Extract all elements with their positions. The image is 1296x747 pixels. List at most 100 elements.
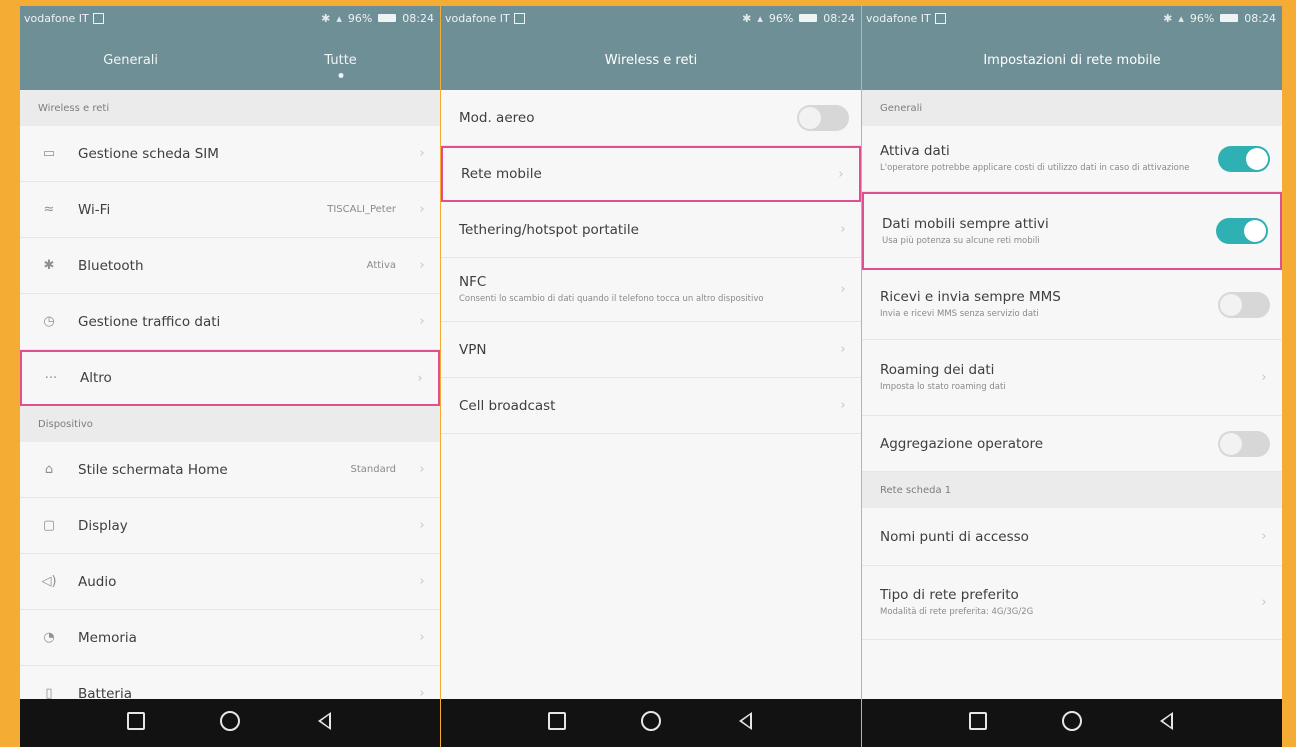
screen-title-bar: Wireless e reti <box>441 30 861 90</box>
item-label: VPN <box>459 341 487 358</box>
nav-bar <box>20 699 440 747</box>
settings-item-bluetooth[interactable]: ✱ Bluetooth Attiva › <box>20 238 440 294</box>
settings-item-home-style[interactable]: ⌂ Stile schermata Home Standard › <box>20 442 440 498</box>
item-label: Gestione scheda SIM <box>78 145 219 162</box>
item-label: NFC <box>459 274 487 290</box>
bluetooth-status-icon: ✱ <box>321 11 331 25</box>
mms-row[interactable]: Ricevi e invia sempre MMS Invia e ricevi… <box>862 270 1282 340</box>
tethering-row[interactable]: Tethering/hotspot portatile › <box>441 202 861 258</box>
recents-icon <box>548 711 566 730</box>
home-button[interactable] <box>639 710 663 736</box>
settings-tabs: Generali Tutte <box>20 45 440 76</box>
recents-button[interactable] <box>966 711 990 735</box>
chevron-right-icon: › <box>419 314 425 329</box>
sim-card-icon: ▭ <box>42 146 56 161</box>
wifi-icon: ≈ <box>43 202 55 217</box>
battery-percent: 96% <box>1189 11 1215 25</box>
battery-status-icon <box>799 14 818 22</box>
display-icon: ▢ <box>42 518 56 533</box>
home-button[interactable] <box>1060 710 1084 736</box>
chevron-right-icon: › <box>1261 370 1267 385</box>
preferred-network-row[interactable]: Tipo di rete preferito Modalità di rete … <box>862 566 1282 640</box>
home-circle-icon <box>220 710 240 731</box>
screen-title-bar: Impostazioni di rete mobile <box>862 30 1282 90</box>
item-label: Attiva dati <box>880 143 950 159</box>
carrier-aggregation-row[interactable]: Aggregazione operatore <box>862 416 1282 472</box>
back-icon <box>1159 711 1173 730</box>
settings-item-memory[interactable]: ◔ Memoria › <box>20 610 440 666</box>
battery-percent: 96% <box>347 11 373 25</box>
always-on-data-row[interactable]: Dati mobili sempre attivi Usa più potenz… <box>862 192 1282 270</box>
mobile-network-row[interactable]: Rete mobile › <box>441 146 861 202</box>
item-label: Mod. aereo <box>459 109 535 126</box>
chevron-right-icon: › <box>417 370 423 386</box>
mms-toggle[interactable] <box>1218 291 1270 318</box>
data-roaming-row[interactable]: Roaming dei dati Imposta lo stato roamin… <box>862 340 1282 416</box>
back-button[interactable] <box>733 711 757 735</box>
home-button[interactable] <box>218 710 242 736</box>
back-icon <box>738 711 752 730</box>
chevron-right-icon: › <box>840 282 846 297</box>
recents-button[interactable] <box>545 711 569 735</box>
item-subtitle: L'operatore potrebbe applicare costi di … <box>880 163 1190 173</box>
settings-item-sim[interactable]: ▭ Gestione scheda SIM › <box>20 126 440 182</box>
data-usage-icon: ◷ <box>43 314 55 329</box>
section-device-header: Dispositivo <box>20 406 440 442</box>
section-wireless-header: Wireless e reti <box>20 90 440 126</box>
battery-status-icon <box>1220 14 1239 22</box>
screens-container: vodafone IT ✱ ▴ 96% 08:24 Generali Tutte… <box>20 6 1282 747</box>
settings-item-display[interactable]: ▢ Display › <box>20 498 440 554</box>
settings-item-wifi[interactable]: ≈ Wi-Fi TISCALI_Peter › <box>20 182 440 238</box>
recents-icon <box>969 711 987 730</box>
recents-button[interactable] <box>124 711 148 735</box>
chevron-right-icon: › <box>419 574 425 589</box>
airplane-mode-row[interactable]: Mod. aereo <box>441 90 861 146</box>
nfc-row[interactable]: NFC Consenti lo scambio di dati quando i… <box>441 258 861 322</box>
toggle-knob <box>1220 432 1242 455</box>
clock: 08:24 <box>402 11 434 25</box>
apn-row[interactable]: Nomi punti di accesso › <box>862 508 1282 566</box>
item-label: Ricevi e invia sempre MMS <box>880 289 1061 305</box>
enable-data-row[interactable]: Attiva dati L'operatore potrebbe applica… <box>862 126 1282 192</box>
mobile-network-settings-screen: vodafone IT ✱ ▴ 96% 08:24 Impostazioni d… <box>862 6 1282 747</box>
carrier-aggregation-toggle[interactable] <box>1218 430 1270 457</box>
item-label: Wi-Fi <box>78 201 111 218</box>
always-on-data-toggle[interactable] <box>1216 218 1268 244</box>
toggle-knob <box>1244 220 1266 242</box>
tab-generali[interactable]: Generali <box>83 45 178 76</box>
vpn-row[interactable]: VPN › <box>441 322 861 378</box>
tab-tutte[interactable]: Tutte <box>304 45 376 76</box>
audio-icon: ◁) <box>41 574 57 589</box>
device-list: ⌂ Stile schermata Home Standard › ▢ Disp… <box>20 442 440 722</box>
signal-icon: ▴ <box>336 11 342 25</box>
section-sim-header: Rete scheda 1 <box>862 472 1282 508</box>
mobile-data-list: Attiva dati L'operatore potrebbe applica… <box>862 126 1282 472</box>
item-label: Roaming dei dati <box>880 362 995 378</box>
chevron-right-icon: › <box>419 462 425 477</box>
back-button[interactable] <box>1154 711 1178 735</box>
item-label: Stile schermata Home <box>78 461 228 478</box>
settings-item-altro[interactable]: ··· Altro › <box>20 350 440 406</box>
nav-bar <box>862 699 1282 747</box>
back-button[interactable] <box>312 711 336 735</box>
settings-item-data-usage[interactable]: ◷ Gestione traffico dati › <box>20 294 440 350</box>
battery-status-icon <box>378 14 397 22</box>
sim-icon <box>934 12 946 24</box>
enable-data-toggle[interactable] <box>1218 145 1270 172</box>
carrier-label: vodafone IT <box>24 11 89 25</box>
sim-icon <box>513 12 525 24</box>
airplane-mode-toggle[interactable] <box>797 104 849 131</box>
memory-icon: ◔ <box>43 630 55 645</box>
settings-screen-all: vodafone IT ✱ ▴ 96% 08:24 Generali Tutte… <box>20 6 440 747</box>
item-label: Dati mobili sempre attivi <box>882 215 1049 232</box>
home-style-value: Standard <box>350 464 397 475</box>
settings-item-audio[interactable]: ◁) Audio › <box>20 554 440 610</box>
toggle-knob <box>1220 293 1242 316</box>
item-subtitle: Consenti lo scambio di dati quando il te… <box>459 294 764 304</box>
toggle-knob <box>799 106 821 129</box>
wifi-network-value: TISCALI_Peter <box>327 204 396 215</box>
wireless-networks-screen: vodafone IT ✱ ▴ 96% 08:24 Wireless e ret… <box>441 6 861 747</box>
cell-broadcast-row[interactable]: Cell broadcast › <box>441 378 861 434</box>
item-subtitle: Invia e ricevi MMS senza servizio dati <box>880 309 1039 319</box>
item-label: Gestione traffico dati <box>78 313 221 330</box>
